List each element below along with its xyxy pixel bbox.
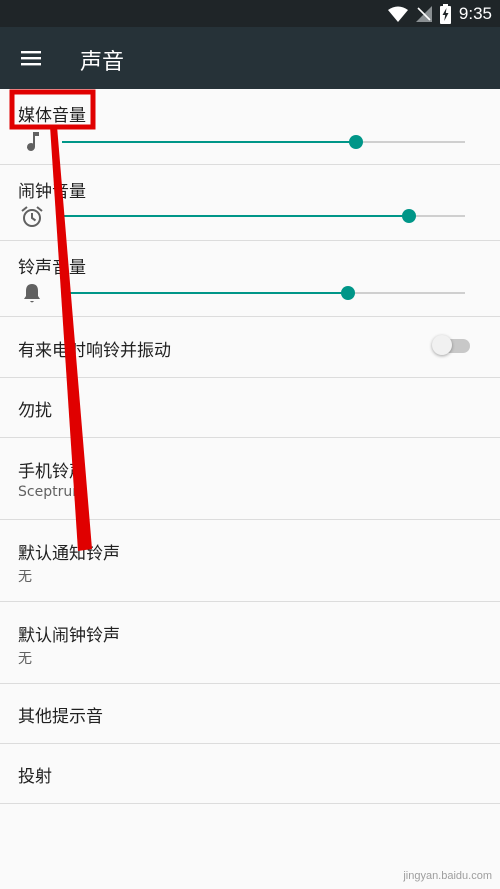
watermark: jingyan.baidu.com [403,864,492,883]
status-time: 9:35 [458,4,492,23]
other-sounds-label: 其他提示音 [18,707,103,727]
default-notification-item[interactable]: 默认通知铃声 无 [0,520,500,602]
phone-ringtone-value: Sceptrum [18,484,86,500]
vibrate-on-ring-label: 有来电时响铃并振动 [18,341,171,361]
default-alarm-item[interactable]: 默认闹钟铃声 无 [0,602,500,684]
vibrate-on-ring-switch[interactable] [432,335,470,355]
music-note-icon [27,132,39,151]
media-volume-item: 媒体音量 [0,89,500,165]
media-volume-slider[interactable] [62,131,465,153]
phone-ringtone-item[interactable]: 手机铃声 Sceptrum [0,438,500,520]
default-notification-value: 无 [18,569,32,585]
do-not-disturb-label: 勿扰 [18,401,52,421]
default-notification-label: 默认通知铃声 [18,544,120,564]
alarm-volume-slider[interactable] [62,205,465,227]
battery-charging-icon [439,4,451,24]
status-bar: 9:35 [0,0,500,27]
app-toolbar: 声音 [0,27,500,89]
alarm-volume-item: 闹钟音量 [0,165,500,241]
default-alarm-value: 无 [18,651,32,667]
alarm-volume-label: 闹钟音量 [18,182,86,202]
cast-label: 投射 [18,767,52,787]
phone-ringtone-label: 手机铃声 [18,462,86,482]
other-sounds-item[interactable]: 其他提示音 [0,684,500,744]
vibrate-on-ring-item[interactable]: 有来电时响铃并振动 [0,317,500,378]
ring-volume-slider[interactable] [62,282,465,304]
wifi-icon [387,6,408,22]
alarm-clock-icon [21,206,43,227]
alarm-volume-thumb[interactable] [401,209,416,223]
cast-item[interactable]: 投射 [0,744,500,804]
no-signal-icon [415,6,432,22]
watermark-text: jingyan.baidu.com [403,870,492,882]
default-alarm-label: 默认闹钟铃声 [18,626,120,646]
media-volume-thumb[interactable] [349,135,364,149]
ring-volume-thumb[interactable] [341,286,356,300]
do-not-disturb-item[interactable]: 勿扰 [0,378,500,438]
ring-volume-label: 铃声音量 [18,258,86,278]
bell-icon [24,284,40,303]
media-volume-label: 媒体音量 [18,106,86,126]
settings-list: 媒体音量 闹钟音量 铃声音量 有来电时响铃并振动 勿扰 手机铃声 Sceptru… [0,89,500,804]
ring-volume-item: 铃声音量 [0,241,500,317]
status-icons: 9:35 [387,3,492,25]
menu-icon[interactable] [18,46,44,70]
page-title: 声音 [80,50,125,75]
